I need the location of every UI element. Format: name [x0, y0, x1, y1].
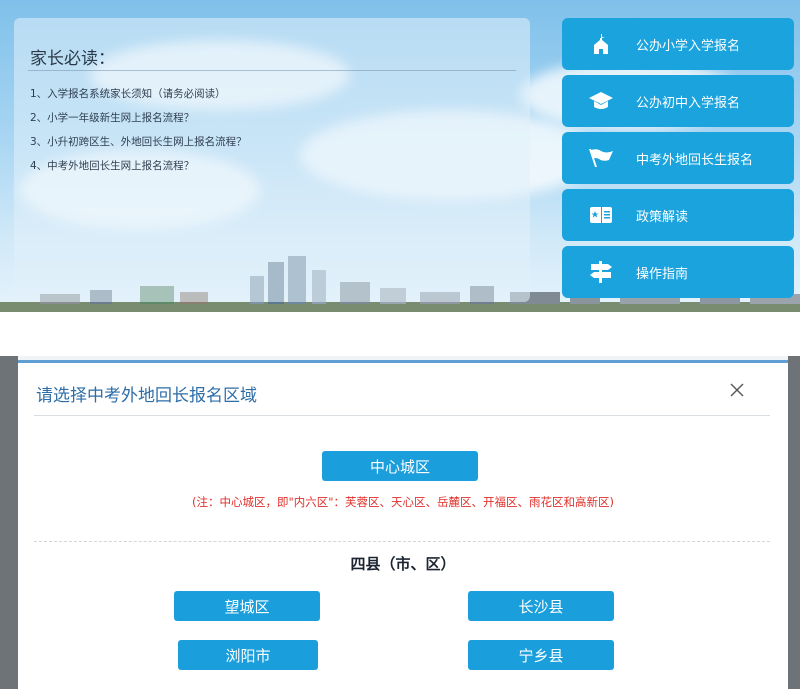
counties-heading: 四县（市、区） — [350, 555, 456, 573]
returning-student-registration-button[interactable]: 中考外地回长生报名 — [562, 132, 794, 184]
changsha-county-button[interactable]: 长沙县 — [468, 591, 614, 621]
page-separator — [0, 312, 800, 356]
divider — [28, 70, 516, 71]
central-district-note: (注：中心城区，即"内六区"：芙蓉区、天心区、岳麓区、开福区、雨花区和高新区) — [191, 495, 615, 509]
liuyang-button[interactable]: 浏阳市 — [178, 640, 318, 670]
notice-link[interactable]: 4、中考外地回长生网上报名流程？ — [30, 154, 247, 178]
ningxiang-button[interactable]: 宁乡县 — [468, 640, 614, 670]
parent-notice-panel: 家长必读： 1、入学报名系统家长须知（请务必阅读） 2、小学一年级新生网上报名流… — [14, 18, 530, 302]
school-icon — [586, 30, 616, 58]
junior-high-registration-button[interactable]: 公办初中入学报名 — [562, 75, 794, 127]
menu-label: 政策解读 — [636, 209, 689, 225]
operation-guide-button[interactable]: 操作指南 — [562, 246, 794, 298]
menu-label: 中考外地回长生报名 — [636, 152, 754, 168]
menu-label: 公办小学入学报名 — [636, 38, 741, 54]
menu-label: 公办初中入学报名 — [636, 95, 741, 111]
backdrop-left-edge — [0, 356, 18, 689]
backdrop-right-edge — [788, 356, 800, 689]
close-icon[interactable] — [724, 377, 750, 403]
dashed-divider — [34, 541, 770, 542]
central-district-button[interactable]: 中心城区 — [322, 451, 478, 481]
parent-notice-list: 1、入学报名系统家长须知（请务必阅读） 2、小学一年级新生网上报名流程？ 3、小… — [30, 82, 247, 178]
signpost-icon — [586, 258, 616, 286]
book-icon — [586, 201, 616, 229]
flag-icon — [586, 144, 616, 172]
divider — [34, 415, 770, 416]
parent-notice-title: 家长必读： — [30, 49, 115, 69]
region-select-dialog: 请选择中考外地回长报名区域 中心城区 (注：中心城区，即"内六区"：芙蓉区、天心… — [18, 360, 788, 689]
portal-header: 家长必读： 1、入学报名系统家长须知（请务必阅读） 2、小学一年级新生网上报名流… — [0, 0, 800, 312]
notice-link[interactable]: 2、小学一年级新生网上报名流程？ — [30, 106, 247, 130]
menu-label: 操作指南 — [636, 266, 689, 282]
dialog-title: 请选择中考外地回长报名区域 — [36, 386, 257, 406]
wangcheng-button[interactable]: 望城区 — [174, 591, 320, 621]
policy-interpretation-button[interactable]: 政策解读 — [562, 189, 794, 241]
notice-link[interactable]: 3、小升初跨区生、外地回长生网上报名流程？ — [30, 130, 247, 154]
graduation-cap-icon — [586, 87, 616, 115]
primary-school-registration-button[interactable]: 公办小学入学报名 — [562, 18, 794, 70]
registration-menu: 公办小学入学报名 公办初中入学报名 中考外地回长生报名 政策解读 操作指南 — [562, 18, 794, 303]
notice-link[interactable]: 1、入学报名系统家长须知（请务必阅读） — [30, 82, 247, 106]
